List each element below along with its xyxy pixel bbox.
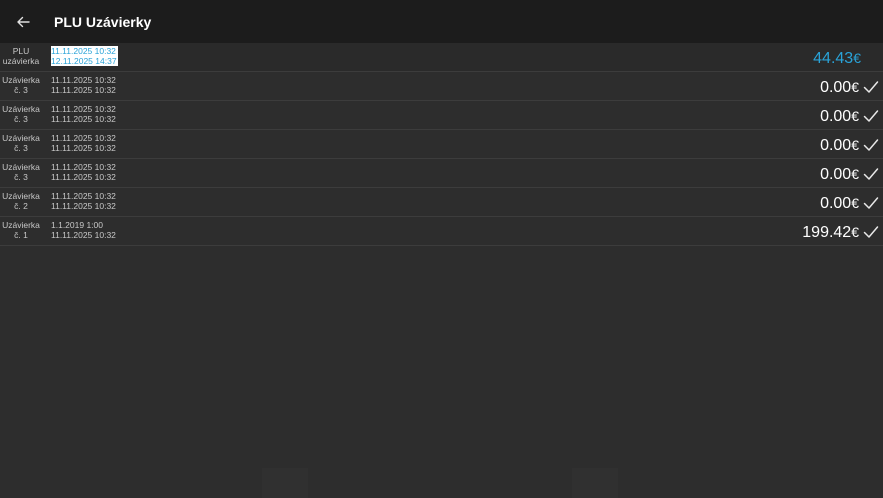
amount: 199.42€ [802, 224, 859, 241]
closure-row[interactable]: Uzávierka č. 1 1.1.2019 1:00 11.11.2025 10:… [0, 217, 883, 246]
back-button[interactable] [0, 0, 46, 43]
amount: 0.00€ [820, 79, 859, 96]
date-range: 11.11.2025 10:32 11.11.2025 10:32 [51, 75, 116, 95]
date-range: 1.1.2019 1:00 11.11.2025 10:32 [51, 220, 116, 240]
date-to: 11.11.2025 10:32 [51, 201, 116, 211]
closure-row[interactable]: Uzávierka č. 2 11.11.2025 10:32 11.11.2025 … [0, 188, 883, 217]
date-from: 11.11.2025 10:32 [51, 46, 118, 56]
date-to: 12.11.2025 14:37 [51, 56, 118, 66]
row-label: Uzávierka č. 3 [2, 133, 40, 153]
date-from: 11.11.2025 10:32 [51, 133, 116, 143]
check-icon [863, 226, 879, 238]
date-from: 1.1.2019 1:00 [51, 220, 103, 230]
date-to: 11.11.2025 10:32 [51, 114, 116, 124]
closure-row[interactable]: Uzávierka č. 3 11.11.2025 10:32 11.11.2025 … [0, 101, 883, 130]
amount: 0.00€ [820, 137, 859, 154]
page-title: PLU Uzávierky [54, 13, 152, 30]
check-icon [863, 139, 879, 151]
row-label: Uzávierka č. 3 [2, 162, 40, 182]
date-range: 11.11.2025 10:32 11.11.2025 10:32 [51, 191, 116, 211]
row-label: Uzávierka č. 2 [2, 191, 40, 211]
row-label: Uzávierka č. 1 [2, 220, 40, 240]
check-icon [863, 168, 879, 180]
date-from: 11.11.2025 10:32 [51, 162, 116, 172]
faint-background-block [262, 468, 308, 498]
current-plu-closure-row[interactable]: PLU uzávierka 11.11.2025 10:32 12.11.202… [0, 43, 883, 72]
date-to: 11.11.2025 10:32 [51, 172, 116, 182]
check-icon [863, 197, 879, 209]
arrow-left-icon [17, 16, 30, 27]
amount: 0.00€ [820, 166, 859, 183]
amount: 0.00€ [820, 108, 859, 125]
amount: 0.00€ [820, 195, 859, 212]
faint-background-block [572, 468, 618, 498]
closure-row[interactable]: Uzávierka č. 3 11.11.2025 10:32 11.11.2025 … [0, 72, 883, 101]
date-from: 11.11.2025 10:32 [51, 104, 116, 114]
date-range: 11.11.2025 10:32 12.11.2025 14:37 [51, 46, 118, 66]
check-icon [863, 81, 879, 93]
check-icon [863, 110, 879, 122]
closure-row[interactable]: Uzávierka č. 3 11.11.2025 10:32 11.11.2025 … [0, 159, 883, 188]
date-range: 11.11.2025 10:32 11.11.2025 10:32 [51, 162, 116, 182]
row-label: Uzávierka č. 3 [2, 75, 40, 95]
date-from: 11.11.2025 10:32 [51, 191, 116, 201]
date-to: 11.11.2025 10:32 [51, 143, 116, 153]
app-bar: PLU Uzávierky [0, 0, 883, 43]
date-to: 11.11.2025 10:32 [51, 230, 116, 240]
date-from: 11.11.2025 10:32 [51, 75, 116, 85]
amount: 44.43€ [813, 50, 861, 67]
date-range: 11.11.2025 10:32 11.11.2025 10:32 [51, 133, 116, 153]
closure-list: PLU uzávierka 11.11.2025 10:32 12.11.202… [0, 43, 883, 246]
row-label: Uzávierka č. 3 [2, 104, 40, 124]
date-to: 11.11.2025 10:32 [51, 85, 116, 95]
closure-row[interactable]: Uzávierka č. 3 11.11.2025 10:32 11.11.2025 … [0, 130, 883, 159]
row-label: PLU uzávierka [2, 46, 40, 66]
date-range: 11.11.2025 10:32 11.11.2025 10:32 [51, 104, 116, 124]
